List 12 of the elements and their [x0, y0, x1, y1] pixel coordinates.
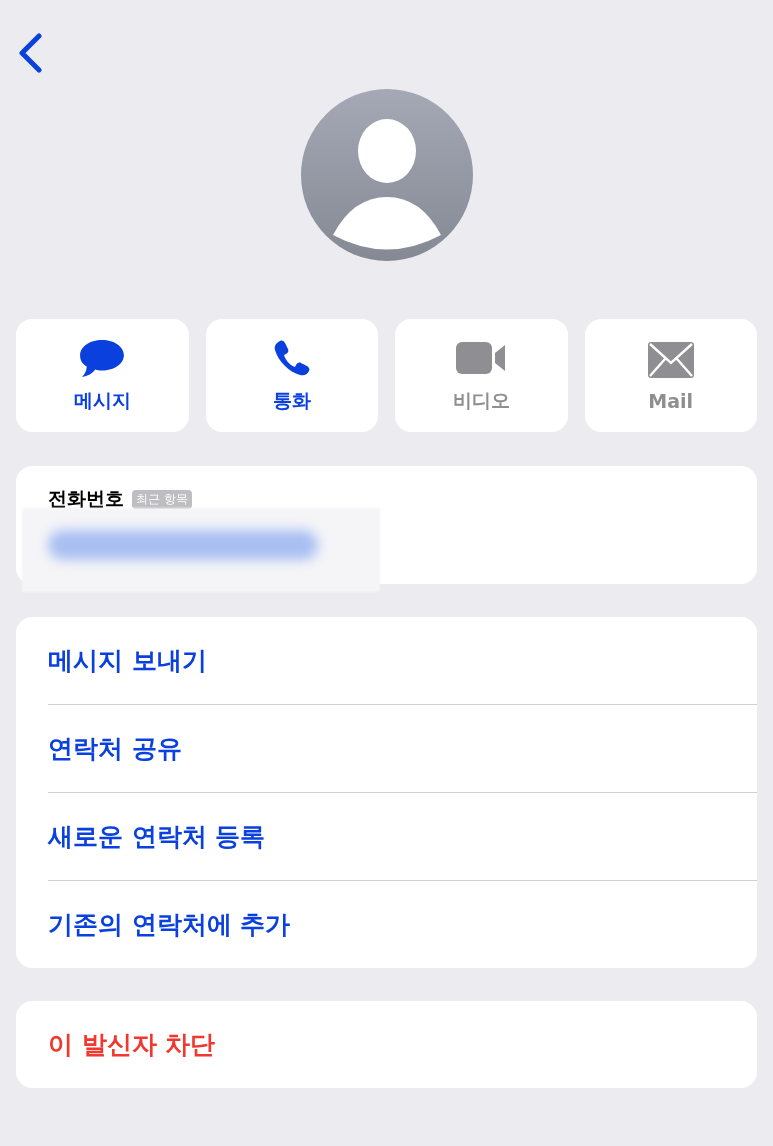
menu-item[interactable]: 새로운 연락처 등록: [48, 793, 757, 880]
menu-item[interactable]: 기존의 연락처에 추가: [48, 881, 757, 968]
back-icon[interactable]: [17, 33, 43, 73]
recent-tag: 최근 항목: [132, 489, 192, 509]
avatar-icon: [300, 89, 473, 261]
menu-item[interactable]: 연락처 공유: [48, 705, 757, 792]
call-button[interactable]: 통화: [205, 319, 378, 432]
phone-label: 전화번호: [48, 486, 124, 511]
envelope-icon: [647, 339, 694, 380]
menu-item[interactable]: 메시지 보내기: [48, 617, 757, 704]
message-button[interactable]: 메시지: [16, 319, 189, 432]
speech-bubble-icon: [78, 337, 127, 378]
